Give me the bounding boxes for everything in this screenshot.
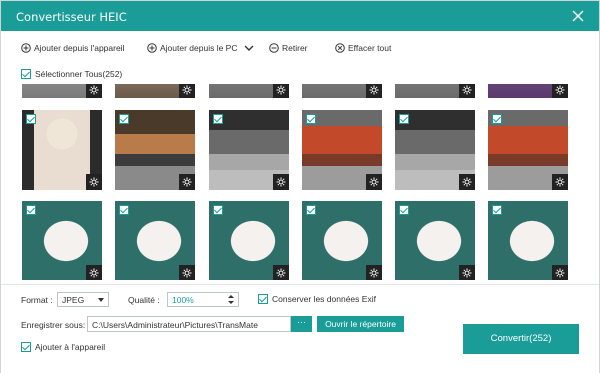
checkbox-icon[interactable] xyxy=(213,114,223,124)
save-path-value: C:\Users\Administrateur\Pictures\TransMa… xyxy=(92,320,258,330)
gear-icon[interactable] xyxy=(459,84,475,98)
photo-thumbnail[interactable] xyxy=(488,110,568,190)
add-to-device-label: Ajouter à l'appareil xyxy=(35,342,106,352)
stepper-down-icon[interactable] xyxy=(228,301,234,304)
photo-thumbnail[interactable] xyxy=(302,84,382,98)
photo-thumbnail[interactable] xyxy=(209,110,289,190)
photo-thumbnail[interactable] xyxy=(395,84,475,98)
photo-thumbnail[interactable] xyxy=(302,110,382,190)
add-from-device-label: Ajouter depuis l'appareil xyxy=(34,43,125,53)
quality-stepper[interactable]: 100% xyxy=(167,292,239,307)
thumbnail-grid xyxy=(1,84,599,280)
chevron-down-icon[interactable] xyxy=(244,44,254,52)
checkbox-icon[interactable] xyxy=(306,114,316,124)
gear-icon[interactable] xyxy=(366,174,382,190)
add-from-device-button[interactable]: Ajouter depuis l'appareil xyxy=(21,41,124,55)
checkbox-icon[interactable] xyxy=(399,114,409,124)
select-all-label: Sélectionner Tous(252) xyxy=(35,69,123,79)
gear-icon[interactable] xyxy=(179,84,195,98)
checkbox-icon[interactable] xyxy=(119,205,129,215)
photo-thumbnail[interactable] xyxy=(302,201,382,280)
plus-circle-icon xyxy=(21,43,31,53)
checkbox-icon[interactable] xyxy=(213,205,223,215)
remove-button[interactable]: Retirer xyxy=(269,41,308,55)
photo-thumbnail[interactable] xyxy=(395,201,475,280)
gear-icon[interactable] xyxy=(179,174,195,190)
photo-thumbnail[interactable] xyxy=(488,201,568,280)
gear-icon[interactable] xyxy=(552,84,568,98)
select-all-checkbox[interactable]: Sélectionner Tous(252) xyxy=(21,69,122,79)
window-title: Convertisseur HEIC xyxy=(16,10,127,24)
add-to-device-checkbox[interactable]: Ajouter à l'appareil xyxy=(21,342,105,352)
dropdown-arrow-icon xyxy=(98,298,104,302)
open-folder-button[interactable]: Ouvrir le répertoire xyxy=(317,316,404,332)
photo-thumbnail[interactable] xyxy=(115,201,195,280)
checkbox-icon[interactable] xyxy=(26,205,36,215)
gear-icon[interactable] xyxy=(86,174,102,190)
plus-circle-icon xyxy=(147,43,157,53)
photo-thumbnail[interactable] xyxy=(115,110,195,190)
gear-icon[interactable] xyxy=(273,174,289,190)
photo-thumbnail[interactable] xyxy=(22,84,102,98)
checkbox-icon[interactable] xyxy=(119,114,129,124)
gear-icon[interactable] xyxy=(459,265,475,280)
checkbox-icon[interactable] xyxy=(492,205,502,215)
photo-thumbnail[interactable] xyxy=(115,84,195,98)
checkbox-icon[interactable] xyxy=(258,294,268,304)
keep-exif-label: Conserver les données Exif xyxy=(272,294,376,304)
add-from-pc-label: Ajouter depuis le PC xyxy=(160,43,238,53)
checkbox-icon[interactable] xyxy=(21,342,31,352)
toolbar: Ajouter depuis l'appareil Ajouter depuis… xyxy=(1,31,599,63)
photo-thumbnail[interactable] xyxy=(209,201,289,280)
gear-icon[interactable] xyxy=(86,84,102,98)
quality-value: 100% xyxy=(172,295,194,305)
format-label: Format : xyxy=(21,295,53,305)
gear-icon[interactable] xyxy=(273,84,289,98)
browse-button[interactable]: ··· xyxy=(291,316,312,332)
convert-button[interactable]: Convertir(252) xyxy=(463,324,579,354)
gear-icon[interactable] xyxy=(86,265,102,280)
gear-icon[interactable] xyxy=(552,265,568,280)
photo-thumbnail[interactable] xyxy=(395,110,475,190)
settings-panel: Format : JPEG Qualité : 100% Conserver l… xyxy=(1,284,599,373)
checkbox-icon[interactable] xyxy=(306,205,316,215)
quality-label: Qualité : xyxy=(128,295,160,305)
close-icon[interactable] xyxy=(571,9,585,23)
checkbox-icon[interactable] xyxy=(492,114,502,124)
checkbox-icon[interactable] xyxy=(26,114,36,124)
photo-thumbnail[interactable] xyxy=(488,84,568,98)
checkbox-icon[interactable] xyxy=(399,205,409,215)
gear-icon[interactable] xyxy=(552,174,568,190)
checkbox-icon[interactable] xyxy=(21,69,31,79)
minus-circle-icon xyxy=(269,43,279,53)
format-select[interactable]: JPEG xyxy=(57,292,109,307)
clear-all-button[interactable]: Effacer tout xyxy=(335,41,391,55)
title-bar: Convertisseur HEIC xyxy=(1,1,599,31)
clear-circle-icon xyxy=(335,43,345,53)
keep-exif-checkbox[interactable]: Conserver les données Exif xyxy=(258,294,376,304)
clear-all-label: Effacer tout xyxy=(348,43,392,53)
format-value: JPEG xyxy=(62,295,85,305)
save-as-label: Enregistrer sous: xyxy=(21,320,86,330)
gear-icon[interactable] xyxy=(273,265,289,280)
save-path-field[interactable]: C:\Users\Administrateur\Pictures\TransMa… xyxy=(87,316,291,332)
photo-thumbnail[interactable] xyxy=(22,110,102,190)
photo-thumbnail[interactable] xyxy=(209,84,289,98)
heic-converter-window: Convertisseur HEIC Ajouter depuis l'appa… xyxy=(0,0,600,373)
gear-icon[interactable] xyxy=(366,265,382,280)
gear-icon[interactable] xyxy=(179,265,195,280)
photo-thumbnail[interactable] xyxy=(22,201,102,280)
remove-label: Retirer xyxy=(282,43,308,53)
gear-icon[interactable] xyxy=(459,174,475,190)
gear-icon[interactable] xyxy=(366,84,382,98)
stepper-up-icon[interactable] xyxy=(228,295,234,298)
add-from-pc-button[interactable]: Ajouter depuis le PC xyxy=(147,41,257,55)
